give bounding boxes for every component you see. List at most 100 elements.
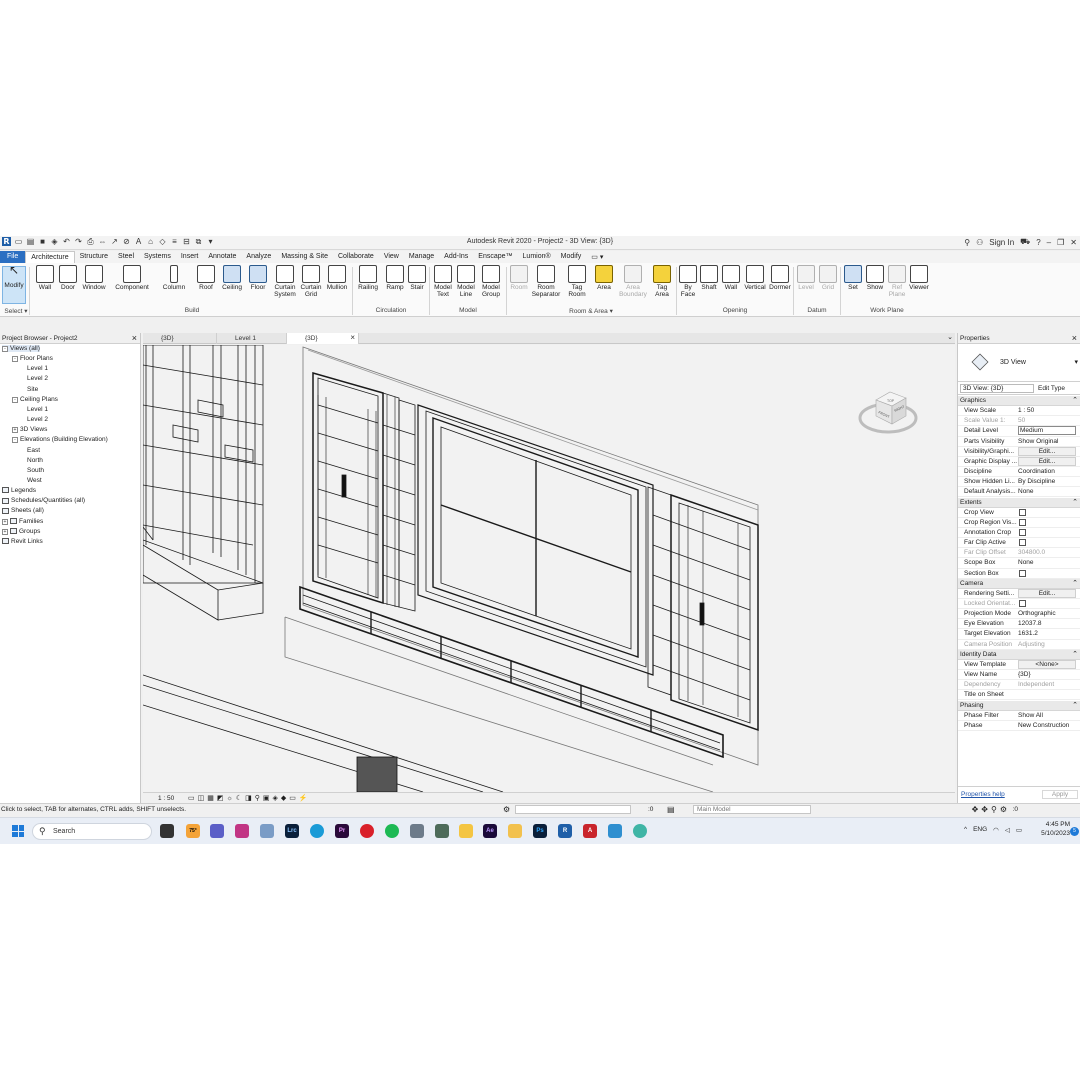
- browser-tree-item[interactable]: Level 2: [27, 416, 48, 423]
- property-value[interactable]: None: [1018, 488, 1076, 495]
- browser-tree-item[interactable]: Revit Links: [2, 538, 43, 545]
- tab-insert[interactable]: Insert: [176, 251, 204, 263]
- tab-structure[interactable]: Structure: [75, 251, 113, 263]
- tab-steel[interactable]: Steel: [113, 251, 139, 263]
- property-group-header[interactable]: Camera ⌃: [958, 578, 1080, 589]
- help-icon[interactable]: ?: [1036, 238, 1040, 247]
- tab-list-icon[interactable]: ⌄: [947, 333, 953, 341]
- tab-manage[interactable]: Manage: [404, 251, 439, 263]
- browser-tree-item[interactable]: East: [27, 447, 40, 454]
- task-view-icon[interactable]: [160, 824, 174, 838]
- railing-button[interactable]: Railing: [356, 265, 380, 305]
- browser-tree-item[interactable]: + Families: [2, 518, 43, 525]
- room-button[interactable]: Room: [508, 265, 530, 305]
- tab-3d-view[interactable]: {3D}: [143, 333, 217, 344]
- door-button[interactable]: Door: [58, 265, 78, 305]
- component-button[interactable]: Component: [111, 265, 153, 305]
- browser-tree-item[interactable]: +3D Views: [12, 426, 47, 434]
- tab-level-1[interactable]: Level 1: [217, 333, 287, 344]
- photoshop-icon[interactable]: Ps: [533, 824, 547, 838]
- browser-tree-item[interactable]: - Elevations (Building Elevation): [12, 436, 108, 444]
- property-value[interactable]: 12037.8: [1018, 620, 1076, 627]
- browser-tree-item[interactable]: Level 2: [27, 375, 48, 382]
- cart-icon[interactable]: ⛟: [1020, 237, 1030, 247]
- ribbon-display-toggle[interactable]: ▭ ▾: [586, 251, 608, 263]
- spotify-icon[interactable]: [385, 824, 399, 838]
- property-value[interactable]: New Construction: [1018, 722, 1076, 729]
- type-selector[interactable]: 3D View ▾: [958, 344, 1080, 382]
- search-icon[interactable]: ⚲: [964, 238, 970, 247]
- show-button[interactable]: Show: [864, 265, 886, 305]
- collapse-icon[interactable]: ⌃: [1072, 701, 1078, 709]
- property-value[interactable]: By Discipline: [1018, 478, 1076, 485]
- chevron-up-icon[interactable]: ^: [964, 826, 967, 834]
- vertical-button[interactable]: Vertical: [742, 265, 768, 305]
- tab-add-ins[interactable]: Add-Ins: [439, 251, 473, 263]
- tab-collaborate[interactable]: Collaborate: [333, 251, 379, 263]
- model-line-button[interactable]: Model Line: [455, 265, 477, 305]
- property-group-header[interactable]: Extents ⌃: [958, 497, 1080, 508]
- ramp-button[interactable]: Ramp: [384, 265, 406, 305]
- modify-button[interactable]: ↖ Modify: [2, 264, 26, 304]
- property-value[interactable]: Show All: [1018, 712, 1076, 719]
- filter-count[interactable]: :0: [1013, 806, 1018, 813]
- premiere-icon[interactable]: Pr: [335, 824, 349, 838]
- stair-button[interactable]: Stair: [407, 265, 427, 305]
- app-icon[interactable]: [435, 824, 449, 838]
- minimize-button[interactable]: –: [1047, 238, 1051, 247]
- workset-dropdown[interactable]: [515, 805, 631, 814]
- browser-tree-item[interactable]: - Views (all): [2, 345, 40, 352]
- level-button[interactable]: Level: [796, 265, 816, 305]
- property-value[interactable]: Orthographic: [1018, 610, 1076, 617]
- photos-icon[interactable]: [260, 824, 274, 838]
- collapse-icon[interactable]: ⌃: [1072, 650, 1078, 658]
- dormer-button[interactable]: Dormer: [768, 265, 792, 305]
- curtain-grid-button[interactable]: Curtain Grid: [299, 265, 323, 305]
- collapse-icon[interactable]: ⌃: [1072, 498, 1078, 506]
- window-button[interactable]: Window: [80, 265, 108, 305]
- area-button[interactable]: Area: [593, 265, 615, 305]
- file-explorer-icon[interactable]: [508, 824, 522, 838]
- tab-enscape[interactable]: Enscape™: [473, 251, 517, 263]
- notification-badge[interactable]: 5: [1070, 827, 1079, 836]
- app-icon[interactable]: [633, 824, 647, 838]
- ceiling-button[interactable]: Ceiling: [220, 265, 244, 305]
- after-effects-icon[interactable]: Ae: [483, 824, 497, 838]
- tab-3d-active[interactable]: {3D} ×: [287, 333, 359, 344]
- browser-tree-item[interactable]: West: [27, 477, 42, 484]
- expand-icon[interactable]: +: [12, 427, 18, 434]
- worksets-icon[interactable]: ⚙: [503, 805, 510, 814]
- property-value[interactable]: 1631.2: [1018, 630, 1076, 637]
- set-button[interactable]: Set: [843, 265, 863, 305]
- browser-tree-item[interactable]: - Floor Plans: [12, 355, 53, 363]
- group-room-area[interactable]: Room & Area ▾: [508, 307, 674, 315]
- grid-button[interactable]: Grid: [818, 265, 838, 305]
- area-boundary-button[interactable]: Area Boundary: [617, 265, 649, 305]
- apply-button[interactable]: Apply: [1042, 790, 1078, 799]
- tag-area-button[interactable]: Tag Area: [651, 265, 673, 305]
- property-checkbox[interactable]: [1019, 518, 1026, 526]
- tab-modify[interactable]: Modify: [556, 251, 587, 263]
- app-icon[interactable]: [608, 824, 622, 838]
- autocad-icon[interactable]: A: [583, 824, 597, 838]
- model-text-button[interactable]: Model Text: [432, 265, 454, 305]
- user-icon[interactable]: ⚇: [976, 238, 983, 247]
- browser-tree-item[interactable]: Schedules/Quantities (all): [2, 497, 85, 504]
- restore-button[interactable]: ❐: [1057, 238, 1064, 247]
- instance-dropdown[interactable]: 3D View: {3D}: [960, 384, 1034, 393]
- tab-view[interactable]: View: [379, 251, 404, 263]
- 3d-viewport[interactable]: TOP FRONT RIGHT: [143, 345, 948, 792]
- browser-tree-item[interactable]: + Groups: [2, 528, 40, 535]
- collapse-icon[interactable]: -: [12, 396, 18, 403]
- property-value[interactable]: 1 : 50: [1018, 407, 1076, 414]
- wall-button[interactable]: Wall: [34, 265, 56, 305]
- shaft-button[interactable]: Shaft: [699, 265, 719, 305]
- browser-tree-item[interactable]: Site: [27, 386, 38, 393]
- room-separator-button[interactable]: Room Separator: [531, 265, 561, 305]
- collapse-icon[interactable]: -: [2, 346, 8, 352]
- property-value[interactable]: Medium: [1018, 426, 1076, 436]
- by-face-button[interactable]: By Face: [678, 265, 698, 305]
- close-button[interactable]: ✕: [1070, 238, 1077, 247]
- expand-icon[interactable]: +: [2, 518, 8, 525]
- property-value[interactable]: {3D}: [1018, 671, 1076, 678]
